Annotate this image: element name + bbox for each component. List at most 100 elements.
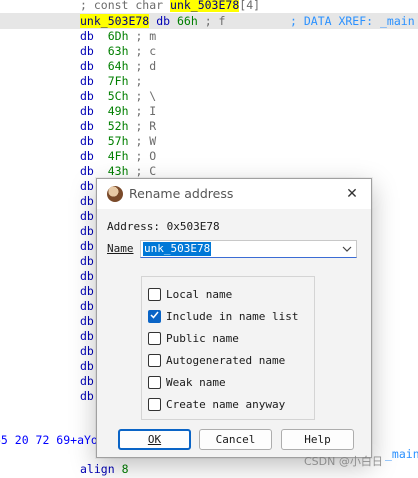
checkbox-unchecked[interactable] bbox=[148, 353, 161, 367]
char-comment: ; f bbox=[204, 14, 226, 28]
listing-row[interactable]: db 63h ; c bbox=[0, 43, 418, 59]
option-weak-name[interactable]: Weak name bbox=[148, 374, 226, 390]
options-group: Local name Include in name list Public nam… bbox=[141, 276, 315, 420]
opcode: db bbox=[80, 344, 94, 358]
cancel-label: Cancel bbox=[215, 433, 256, 446]
operand-value: 52h bbox=[107, 119, 129, 133]
operand-value: 66h bbox=[176, 14, 198, 28]
name-input-value[interactable]: unk_503E78 bbox=[143, 242, 212, 256]
opcode: db bbox=[80, 149, 94, 163]
listing-row[interactable]: db 49h ; I bbox=[0, 103, 418, 119]
opcode: db bbox=[80, 89, 94, 103]
opcode: db bbox=[80, 209, 94, 223]
name-combobox[interactable]: unk_503E78 bbox=[140, 240, 357, 258]
listing-row[interactable]: db 52h ; R bbox=[0, 118, 418, 134]
listing-header-line[interactable]: ; const char unk_503E78[4] bbox=[0, 0, 418, 13]
opcode: db bbox=[80, 254, 94, 268]
cancel-button[interactable]: Cancel bbox=[199, 429, 272, 450]
watermark: CSDN @小白日 bbox=[304, 455, 383, 468]
checkbox-unchecked[interactable] bbox=[148, 331, 161, 345]
option-label: Include in name list bbox=[166, 309, 299, 323]
header-suffix: [4] bbox=[239, 0, 261, 12]
symbol-label: unk_503E78 bbox=[80, 14, 150, 28]
operand-value: 49h bbox=[107, 104, 129, 118]
ok-label: OK bbox=[147, 433, 162, 446]
close-button[interactable]: ✕ bbox=[339, 182, 365, 206]
bytes-xref: _main bbox=[385, 447, 418, 461]
option-label: Autogenerated name bbox=[166, 353, 286, 367]
opcode: db bbox=[80, 239, 94, 253]
ok-button[interactable]: OK bbox=[118, 429, 191, 450]
checkmark-icon bbox=[150, 311, 159, 322]
opcode: align bbox=[80, 462, 115, 476]
ida-app-icon bbox=[107, 186, 123, 202]
name-label: Name bbox=[107, 242, 134, 255]
checkbox-checked[interactable] bbox=[148, 309, 161, 323]
operand-value: 64h bbox=[107, 59, 129, 73]
help-button[interactable]: Help bbox=[281, 429, 354, 450]
opcode: db bbox=[80, 74, 94, 88]
listing-row[interactable]: db 6Dh ; m bbox=[0, 28, 418, 44]
char-comment: ; W bbox=[135, 134, 157, 148]
operand-value: 6Dh bbox=[107, 29, 129, 43]
listing-row[interactable]: db 7Fh ; bbox=[0, 73, 418, 89]
option-label: Public name bbox=[166, 331, 239, 345]
checkbox-unchecked[interactable] bbox=[148, 287, 161, 301]
char-comment: ; C bbox=[135, 164, 157, 178]
name-label-text: Name bbox=[107, 242, 134, 255]
header-comment: ; const char bbox=[80, 0, 171, 12]
char-comment: ; c bbox=[135, 44, 157, 58]
checkbox-unchecked[interactable] bbox=[148, 397, 161, 411]
opcode: db bbox=[80, 164, 94, 178]
operand-value: 43h bbox=[107, 164, 129, 178]
option-label: Local name bbox=[166, 287, 233, 301]
opcode: db bbox=[80, 134, 94, 148]
listing-row[interactable]: db 64h ; d bbox=[0, 58, 418, 74]
rename-address-dialog: Rename address ✕ Address: 0x503E78 Name … bbox=[96, 178, 372, 458]
opcode: db bbox=[80, 389, 94, 403]
bytes-text: 65 20 72 69+aYo bbox=[0, 433, 98, 447]
opcode: db bbox=[80, 119, 94, 133]
opcode: db bbox=[80, 314, 94, 328]
opcode: db bbox=[80, 329, 94, 343]
opcode: db bbox=[80, 224, 94, 238]
dialog-title: Rename address bbox=[129, 186, 234, 201]
help-label: Help bbox=[304, 433, 331, 446]
opcode: db bbox=[80, 359, 94, 373]
operand-value: 8 bbox=[121, 462, 129, 476]
opcode: db bbox=[80, 59, 94, 73]
address-label: Address: 0x503E78 bbox=[107, 220, 220, 233]
listing-row[interactable]: db 57h ; W bbox=[0, 133, 418, 149]
opcode: db bbox=[80, 104, 94, 118]
opcode: db bbox=[80, 299, 94, 313]
dialog-titlebar[interactable]: Rename address ✕ bbox=[97, 179, 371, 209]
opcode: db bbox=[80, 179, 94, 193]
char-comment: ; R bbox=[135, 119, 157, 133]
operand-value: 63h bbox=[107, 44, 129, 58]
option-public-name[interactable]: Public name bbox=[148, 330, 239, 346]
opcode: db bbox=[156, 14, 171, 28]
char-comment: ; m bbox=[135, 29, 157, 43]
xref-comment: ; DATA XREF: _main bbox=[290, 14, 415, 28]
operand-value: 7Fh bbox=[107, 74, 129, 88]
close-icon: ✕ bbox=[346, 186, 358, 202]
listing-row[interactable]: db 43h ; C bbox=[0, 163, 418, 179]
chevron-down-icon[interactable] bbox=[341, 242, 353, 256]
option-include-in-name-list[interactable]: Include in name list bbox=[148, 308, 298, 324]
opcode: db bbox=[80, 374, 94, 388]
opcode: db bbox=[80, 269, 94, 283]
option-create-name-anyway[interactable]: Create name anyway bbox=[148, 396, 285, 412]
checkbox-unchecked[interactable] bbox=[148, 375, 161, 389]
option-local-name[interactable]: Local name bbox=[148, 286, 232, 302]
listing-current-line[interactable]: unk_503E78 db 66h ; f ; DATA XREF: _main bbox=[0, 13, 418, 29]
option-autogenerated-name[interactable]: Autogenerated name bbox=[148, 352, 285, 368]
char-comment: ; d bbox=[135, 59, 157, 73]
char-comment: ; I bbox=[135, 104, 157, 118]
option-label: Create name anyway bbox=[166, 397, 286, 411]
opcode: db bbox=[80, 194, 94, 208]
header-symbol: unk_503E78 bbox=[170, 0, 240, 12]
operand-value: 57h bbox=[107, 134, 129, 148]
listing-row[interactable]: db 4Fh ; O bbox=[0, 148, 418, 164]
operand-value: 4Fh bbox=[107, 149, 129, 163]
listing-row[interactable]: db 5Ch ; \ bbox=[0, 88, 418, 104]
